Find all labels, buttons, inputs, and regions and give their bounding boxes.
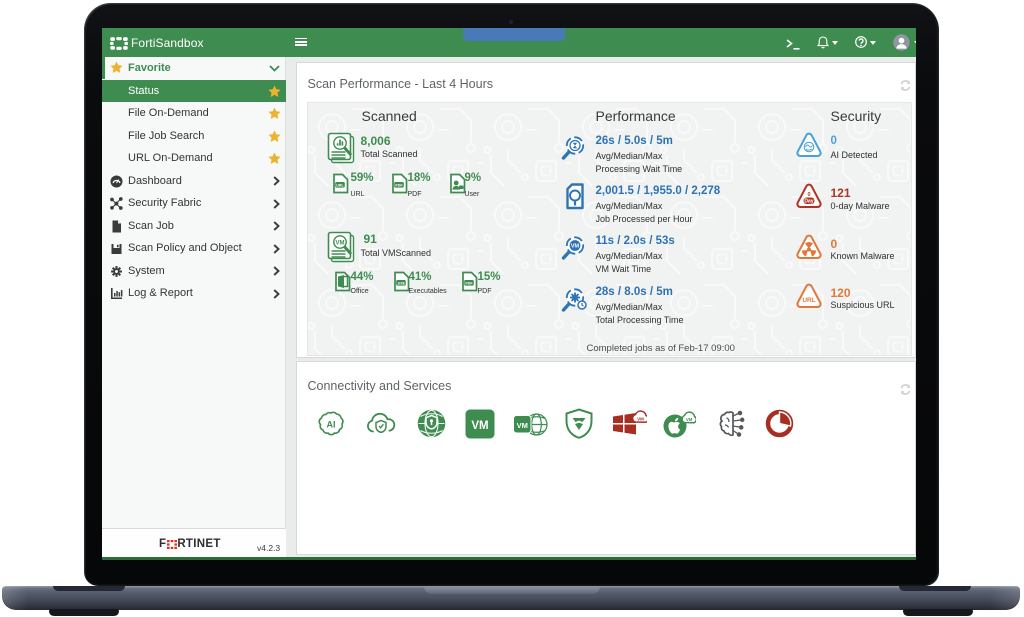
svg-text:VM: VM [570,244,579,250]
svg-text:Day: Day [804,199,813,205]
svg-text:VM: VM [637,416,644,421]
svg-text:VM: VM [516,421,527,430]
svg-text:URL: URL [336,184,344,188]
svg-text:URL: URL [802,297,815,304]
svg-text:PDF: PDF [465,282,473,286]
svg-text:PDF: PDF [395,184,403,188]
svg-text:VM: VM [335,241,344,247]
svg-text:0: 0 [807,192,810,198]
svg-text:VM: VM [686,417,693,422]
svg-text:.EXE: .EXE [397,282,405,286]
svg-text:VM: VM [471,420,488,432]
svg-text:AI: AI [326,419,335,429]
